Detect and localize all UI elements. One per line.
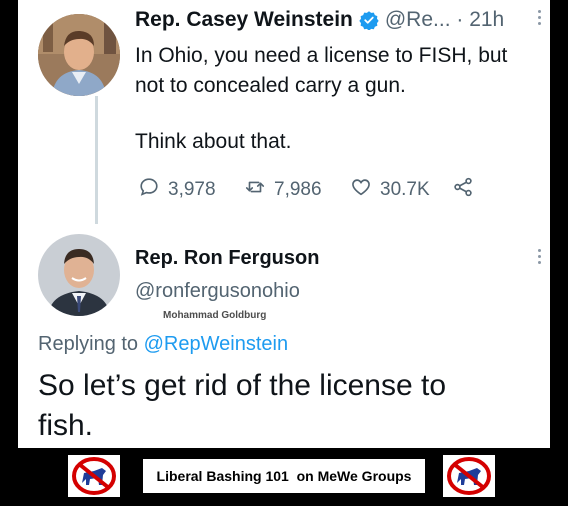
replying-to-prefix: Replying to [38,333,144,355]
reply-icon [138,176,160,204]
reply-action[interactable]: 3,978 [138,176,216,204]
tweet1-line-3: Think about that. [135,130,292,153]
tweet2-line-1: So let’s get rid of the license to [38,369,447,402]
no-donkey-icon [447,457,491,495]
more-options-icon[interactable] [538,10,542,28]
heart-icon [350,176,372,204]
share-action[interactable] [452,176,474,204]
group-label-text: Liberal Bashing 101 on MeWe Groups [156,468,412,484]
avatar-ron-ferguson[interactable] [38,234,120,316]
tweet2-body: So let’s get rid of the license to fish. [38,366,446,446]
tweet1-body: In Ohio, you need a license to FISH, but… [135,41,507,157]
retweet-icon [244,176,266,204]
reply-count: 3,978 [168,179,216,200]
author-name[interactable]: Rep. Casey Weinstein [135,8,353,32]
author-name-2[interactable]: Rep. Ron Ferguson [135,247,319,270]
like-count: 30.7K [380,179,430,200]
author-handle-2[interactable]: @ronfergusonohio [135,280,300,303]
more-options-icon-2[interactable] [538,249,542,267]
tweet-thread-card: Rep. Casey Weinstein @Re... · 21h In Ohi… [18,0,550,448]
replying-to-line: Replying to @RepWeinstein [38,333,288,356]
tweet2-line-2: fish. [38,409,94,442]
no-donkey-icon [72,457,116,495]
avatar-casey-weinstein[interactable] [38,14,120,96]
like-action[interactable]: 30.7K [350,176,430,204]
retweet-count: 7,986 [274,179,322,200]
retweet-action[interactable]: 7,986 [244,176,322,204]
tweet1-line-2: not to concealed carry a gun. [135,74,406,97]
watermark-text: Mohammad Goldburg [163,310,267,321]
no-democrat-logo-right [443,455,495,497]
handle-and-time[interactable]: @Re... · 21h [385,8,504,32]
share-icon [452,176,474,204]
thread-connector-line [95,96,98,224]
no-democrat-logo-left [68,455,120,497]
group-label-banner: Liberal Bashing 101 on MeWe Groups [143,459,425,493]
tweet1-header: Rep. Casey Weinstein @Re... · 21h [135,8,504,32]
tweet1-line-1: In Ohio, you need a license to FISH, but [135,44,508,67]
replying-to-handle-link[interactable]: @RepWeinstein [144,333,288,355]
verified-badge-icon [359,10,379,30]
